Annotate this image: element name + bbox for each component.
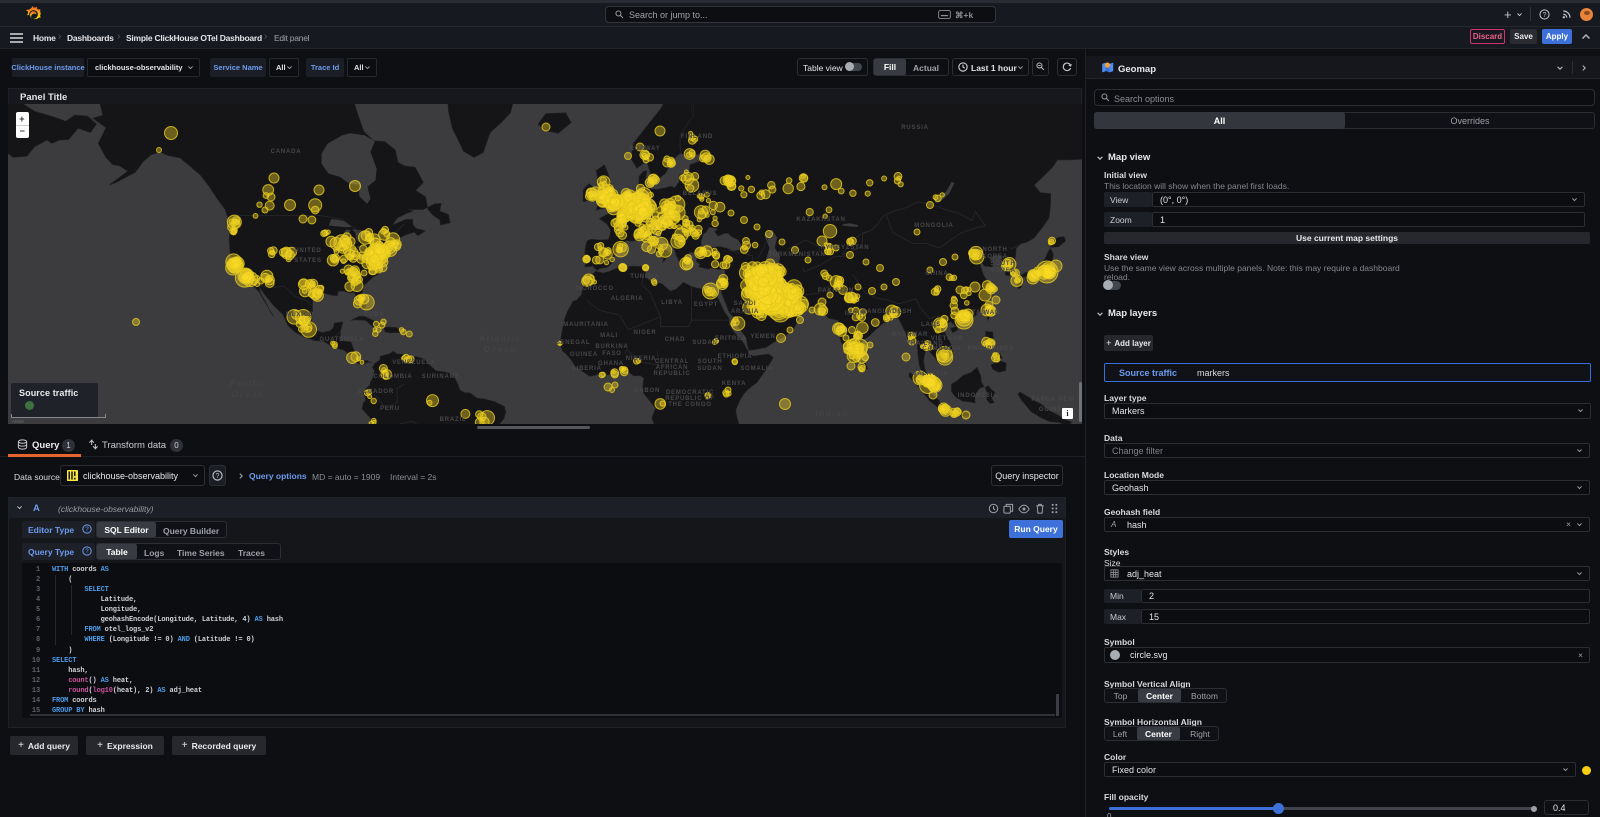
- svg-text:GUINEA: GUINEA: [570, 352, 598, 358]
- svg-text:SURINAME: SURINAME: [422, 374, 460, 380]
- svg-text:KOREA: KOREA: [990, 268, 1016, 274]
- svg-text:SENEGAL: SENEGAL: [556, 340, 591, 346]
- svg-text:CUBA: CUBA: [364, 312, 385, 318]
- svg-text:BELARUS: BELARUS: [683, 191, 718, 197]
- svg-text:KAZAKHSTAN: KAZAKHSTAN: [796, 217, 845, 223]
- svg-text:LAOS: LAOS: [921, 322, 941, 328]
- svg-text:INDONESIA: INDONESIA: [958, 393, 999, 399]
- svg-text:SUDAN: SUDAN: [692, 340, 717, 346]
- svg-text:?: ?: [85, 548, 89, 555]
- svg-text:NORWAY: NORWAY: [629, 146, 660, 152]
- svg-text:NIGERIA: NIGERIA: [626, 356, 657, 362]
- svg-text:Ocean: Ocean: [232, 389, 265, 399]
- svg-text:?: ?: [85, 526, 89, 533]
- svg-text:SAUDI: SAUDI: [734, 301, 757, 307]
- svg-text:LIBERIA: LIBERIA: [572, 366, 602, 372]
- svg-text:GHANA: GHANA: [598, 361, 624, 367]
- svg-text:THE CONGO: THE CONGO: [668, 402, 712, 408]
- svg-text:SOUTH: SOUTH: [698, 359, 723, 365]
- svg-text:Pacific: Pacific: [229, 378, 266, 388]
- svg-text:ETHIOPIA: ETHIOPIA: [718, 354, 753, 360]
- svg-text:EGYPT: EGYPT: [694, 302, 718, 308]
- svg-text:?: ?: [1543, 12, 1547, 19]
- svg-text:PAKISTAN: PAKISTAN: [818, 288, 854, 294]
- svg-text:SUDAN: SUDAN: [697, 366, 722, 372]
- svg-text:MAURITANIA: MAURITANIA: [563, 322, 609, 328]
- svg-text:TUNISIA: TUNISIA: [630, 274, 660, 280]
- svg-text:CANADA: CANADA: [271, 149, 302, 155]
- svg-text:REPUBLIC: REPUBLIC: [653, 371, 690, 377]
- svg-text:MOROCCO: MOROCCO: [576, 286, 614, 292]
- svg-text:BRAZIL: BRAZIL: [440, 417, 467, 423]
- svg-text:SOMALIA: SOMALIA: [740, 366, 773, 372]
- svg-text:CHINA: CHINA: [926, 271, 949, 277]
- svg-text:KYRGYZSTAN: KYRGYZSTAN: [821, 245, 870, 251]
- svg-text:TURKMENISTAN: TURKMENISTAN: [768, 252, 825, 258]
- svg-text:BURKINA: BURKINA: [595, 344, 628, 350]
- svg-text:ECUADOR: ECUADOR: [358, 389, 394, 395]
- svg-text:Ocean: Ocean: [484, 344, 517, 354]
- svg-text:Atlantic: Atlantic: [478, 333, 521, 343]
- svg-text:COLOMBIA: COLOMBIA: [373, 374, 412, 380]
- svg-text:KOREA: KOREA: [982, 254, 1008, 260]
- svg-text:ALGERIA: ALGERIA: [611, 296, 644, 302]
- svg-text:NORTH: NORTH: [982, 247, 1007, 253]
- svg-text:MYANMAR: MYANMAR: [892, 332, 928, 338]
- svg-text:INDIA: INDIA: [845, 311, 865, 317]
- svg-text:NIGER: NIGER: [633, 330, 656, 336]
- svg-text:?: ?: [216, 473, 220, 480]
- svg-text:TAIWAN: TAIWAN: [972, 310, 1000, 316]
- svg-text:LIBYA: LIBYA: [661, 300, 682, 306]
- svg-text:MALAYSIA: MALAYSIA: [911, 371, 948, 377]
- svg-text:FINLAND: FINLAND: [681, 134, 713, 140]
- svg-text:STATES: STATES: [294, 258, 322, 264]
- svg-text:RUSSIA: RUSSIA: [901, 125, 928, 131]
- svg-text:ARABIA: ARABIA: [731, 309, 759, 315]
- svg-text:PAPUA NEW: PAPUA NEW: [1031, 397, 1074, 403]
- svg-text:MEXICO: MEXICO: [286, 312, 314, 318]
- svg-text:YEMEN: YEMEN: [750, 334, 775, 340]
- svg-text:Indian: Indian: [815, 408, 848, 418]
- svg-text:GUATEMALA: GUATEMALA: [319, 337, 364, 343]
- svg-text:MONGOLIA: MONGOLIA: [914, 223, 953, 229]
- svg-text:SOUTH: SOUTH: [991, 261, 1016, 267]
- svg-text:MALI: MALI: [600, 333, 618, 339]
- svg-text:THAILAND: THAILAND: [906, 341, 943, 347]
- svg-text:KENYA: KENYA: [722, 381, 746, 387]
- svg-text:CHAD: CHAD: [665, 337, 686, 343]
- svg-text:PHILIPPINES: PHILIPPINES: [968, 346, 1014, 352]
- svg-text:UNITED: UNITED: [294, 248, 321, 254]
- svg-text:GABON: GABON: [634, 388, 660, 394]
- svg-text:FASO: FASO: [602, 351, 622, 357]
- svg-text:BANGLADESH: BANGLADESH: [862, 309, 912, 315]
- svg-text:PERU: PERU: [380, 406, 400, 412]
- svg-text:ERITREA: ERITREA: [715, 336, 747, 342]
- svg-text:VENEZUELA: VENEZUELA: [392, 360, 436, 366]
